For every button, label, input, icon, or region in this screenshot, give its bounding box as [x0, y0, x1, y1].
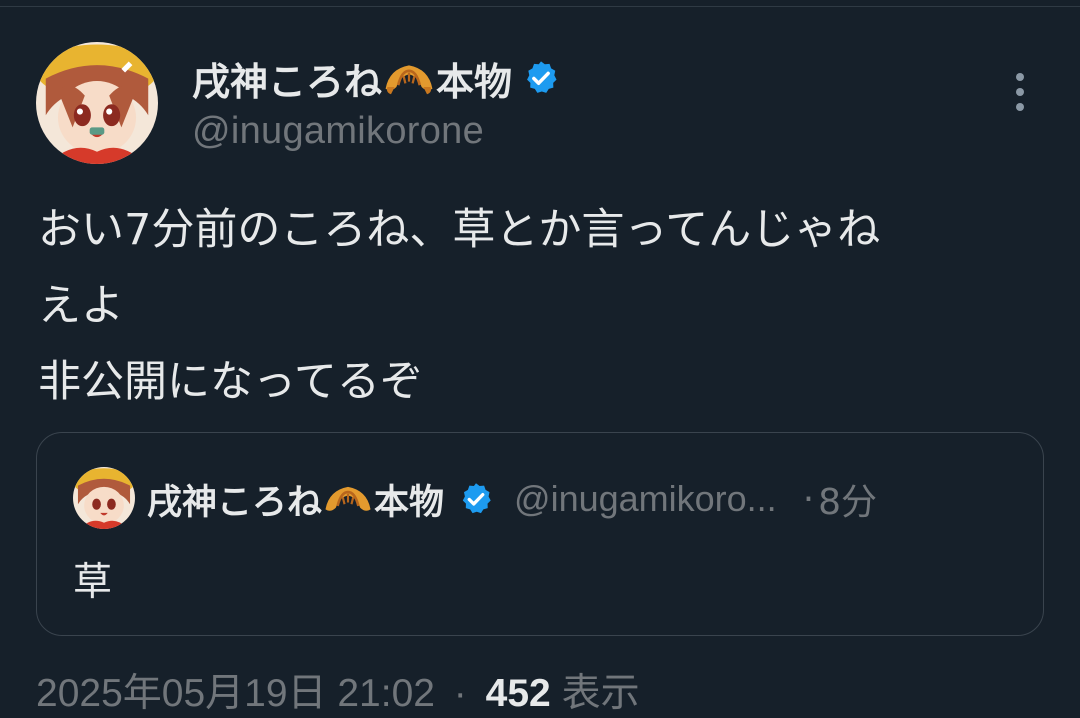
- quoted-avatar[interactable]: [73, 467, 135, 529]
- tweet-text-line: えよ: [38, 281, 124, 331]
- meta-separator: ·: [453, 672, 467, 715]
- quoted-header: 戌神ころね 本物 @inugamikoro... · 8分: [147, 473, 877, 525]
- author-display-name[interactable]: 戌神ころね: [192, 51, 382, 106]
- quoted-display-name[interactable]: 戌神ころね: [147, 474, 322, 525]
- croissant-icon: [322, 478, 374, 520]
- tweet-text: おい7分前のころね、草とか言ってんじゃね えよ 非公開になってるぞ: [38, 192, 1048, 420]
- quoted-handle[interactable]: @inugamikoro...: [514, 478, 777, 520]
- views-count: 452: [485, 672, 551, 715]
- more-options-icon[interactable]: [1004, 70, 1036, 114]
- author-display-name-suffix[interactable]: 本物: [436, 51, 512, 106]
- tweet-text-line: 非公開になってるぞ: [38, 357, 423, 407]
- more-dot: [1016, 88, 1024, 96]
- quoted-text: 草: [73, 560, 113, 605]
- more-dot: [1016, 103, 1024, 111]
- tweet-header: 戌神ころね 本物 @inugamikorone: [192, 52, 560, 153]
- author-name-row[interactable]: 戌神ころね 本物: [192, 52, 560, 104]
- verified-badge-icon: [458, 481, 494, 517]
- croissant-icon: [382, 56, 436, 100]
- avatar-icon: [36, 42, 158, 164]
- quoted-display-name-suffix[interactable]: 本物: [374, 474, 444, 525]
- more-dot: [1016, 73, 1024, 81]
- avatar-icon: [73, 467, 135, 529]
- quoted-tweet-card[interactable]: 戌神ころね 本物 @inugamikoro... · 8分 草: [36, 432, 1044, 636]
- quoted-time[interactable]: 8分: [818, 473, 877, 525]
- quoted-separator: ·: [802, 478, 815, 520]
- verified-badge-icon: [522, 59, 560, 97]
- avatar[interactable]: [36, 42, 158, 164]
- views-label: 表示: [561, 672, 640, 715]
- top-divider: [0, 0, 1080, 7]
- author-handle[interactable]: @inugamikorone: [192, 110, 560, 153]
- tweet-timestamp[interactable]: 2025年05月19日 21:02: [36, 672, 435, 715]
- tweet-meta: 2025年05月19日 21:02 · 452 表示: [36, 662, 640, 718]
- tweet-text-line: おい7分前のころね、草とか言ってんじゃね: [38, 205, 881, 255]
